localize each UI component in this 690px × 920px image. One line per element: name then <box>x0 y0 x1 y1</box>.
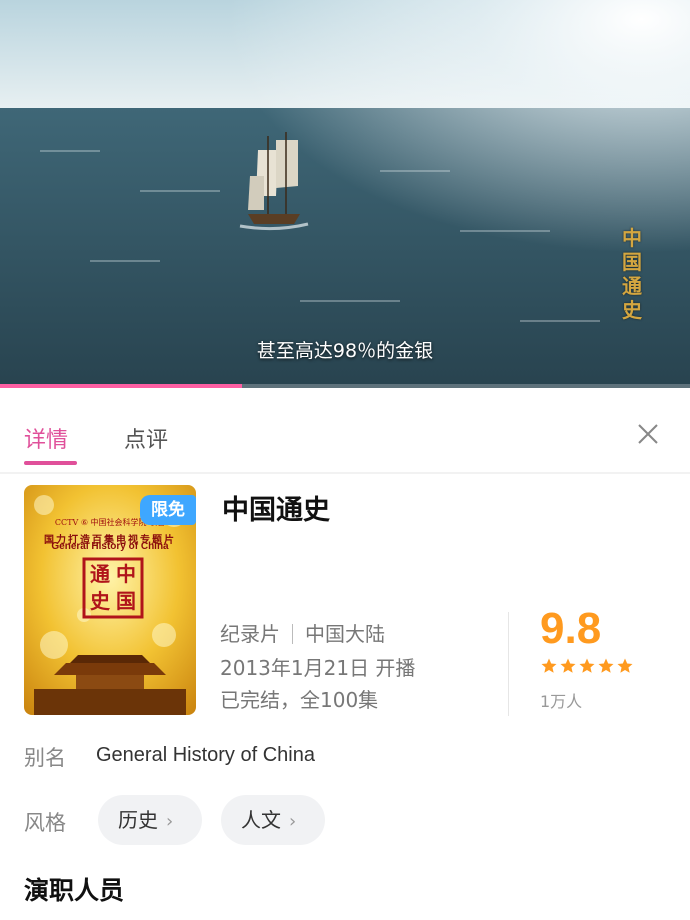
poster-english-title: General History of China <box>51 541 169 552</box>
meta-separator <box>292 624 293 644</box>
rating-stars <box>540 657 635 675</box>
watermark-char: 国 <box>622 250 642 274</box>
section-divider <box>0 472 690 474</box>
seal-char: 国 <box>116 589 136 613</box>
active-tab-indicator <box>24 461 77 465</box>
rating-divider <box>508 612 509 716</box>
genre-chip-label: 历史 <box>118 808 158 832</box>
video-player[interactable]: 甚至高达98％的金银 中 国 通 史 <box>0 0 690 388</box>
cast-section-title: 演职人员 <box>24 876 125 905</box>
genre-chip-history[interactable]: 历史 › <box>98 795 202 845</box>
genre-chip-label: 人文 <box>241 808 281 832</box>
star-icon <box>617 658 633 673</box>
star-icon <box>579 658 595 673</box>
genre-chip-humanities[interactable]: 人文 › <box>221 795 325 845</box>
video-frame <box>0 0 690 388</box>
show-title: 中国通史 <box>222 495 330 526</box>
watermark-char: 史 <box>622 298 642 322</box>
show-premiere: 2013年1月21日 开播 <box>220 656 416 680</box>
alias-label: 别名 <box>24 746 66 770</box>
channel-watermark: 中 国 通 史 <box>620 226 644 322</box>
star-icon <box>541 658 557 673</box>
genre-label: 风格 <box>24 811 66 835</box>
tab-details[interactable]: 详情 <box>24 422 68 454</box>
poster-seal: 中 国 通 史 <box>82 557 144 619</box>
chevron-right-icon: › <box>166 811 174 832</box>
video-subtitle: 甚至高达98％的金银 <box>256 340 434 362</box>
seal-char: 通 <box>90 562 110 586</box>
free-badge: 限免 <box>140 495 196 525</box>
star-icon <box>598 658 614 673</box>
close-icon[interactable] <box>632 418 664 450</box>
tab-reviews[interactable]: 点评 <box>124 422 168 454</box>
rating-score: 9.8 <box>540 604 602 653</box>
seal-char: 史 <box>90 589 110 613</box>
show-category-line: 纪录片 中国大陆 <box>220 618 385 647</box>
tab-bar <box>0 388 690 472</box>
show-type: 纪录片 <box>220 622 280 646</box>
alias-value: General History of China <box>96 744 315 766</box>
watermark-char: 通 <box>622 274 642 298</box>
show-region: 中国大陆 <box>305 622 385 646</box>
seal-char: 中 <box>116 562 136 586</box>
star-icon <box>560 658 576 673</box>
rating-votes: 1万人 <box>540 692 583 711</box>
show-status: 已完结，全100集 <box>220 688 379 712</box>
watermark-char: 中 <box>622 226 642 250</box>
chevron-right-icon: › <box>289 811 297 832</box>
